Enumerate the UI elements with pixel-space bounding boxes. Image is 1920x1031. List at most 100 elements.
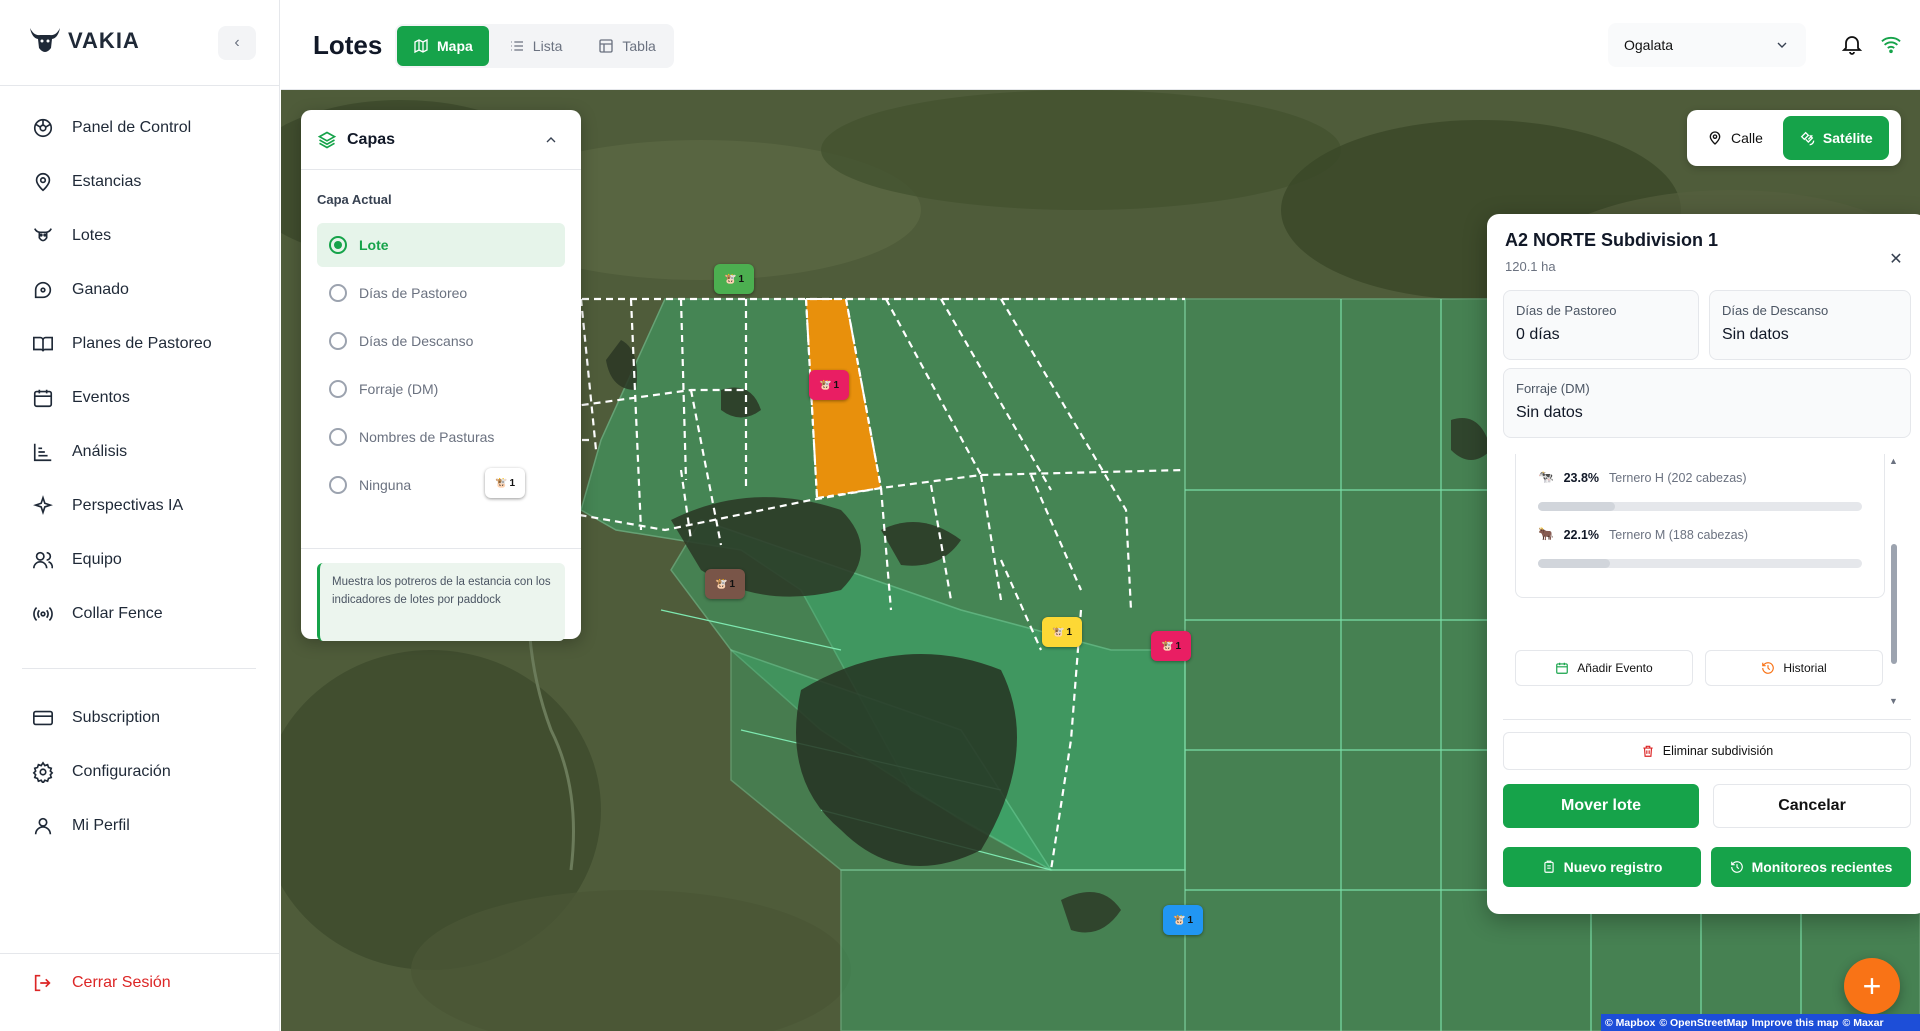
satellite-icon <box>1800 131 1815 146</box>
cancel-button[interactable]: Cancelar <box>1713 784 1911 828</box>
herd-marker[interactable]: 🐮 1 <box>705 569 745 599</box>
bell-icon[interactable] <box>1840 32 1864 56</box>
close-icon[interactable]: ✕ <box>1882 245 1910 273</box>
street-style-button[interactable]: Calle <box>1691 116 1779 160</box>
table-icon <box>599 39 614 53</box>
map-area[interactable]: Capas Capa Actual Lote Días de Pastoreo … <box>281 90 1920 1031</box>
osm-link[interactable]: © OpenStreetMap <box>1659 1017 1747 1029</box>
sidebar-item-estancias[interactable]: Estancias <box>0 155 280 209</box>
sidebar-item-label: Lotes <box>72 227 112 244</box>
layer-option-forraje[interactable]: Forraje (DM) <box>317 367 565 411</box>
tab-tabla[interactable]: Tabla <box>582 26 671 66</box>
cow-icon: 🐮 <box>1172 914 1186 926</box>
herd-label: Ternero M (188 cabezas) <box>1609 527 1748 542</box>
herd-marker[interactable]: 🐮 1 <box>714 264 754 294</box>
herd-bar <box>1538 502 1862 511</box>
sidebar-item-label: Configuración <box>72 763 171 780</box>
chevron-up-icon[interactable] <box>543 132 559 148</box>
sidebar-item-configuracion[interactable]: Configuración <box>0 745 280 799</box>
herd-marker[interactable]: 🐮 1 <box>1042 617 1082 647</box>
sidebar-item-collar-fence[interactable]: Collar Fence <box>0 587 280 641</box>
history-icon <box>1762 662 1775 674</box>
sidebar-item-perspectivas-ia[interactable]: Perspectivas IA <box>0 479 280 533</box>
sidebar-item-label: Planes de Pastoreo <box>72 335 212 352</box>
estancia-select[interactable]: Ogalata <box>1608 23 1806 67</box>
sidebar-item-mi-perfil[interactable]: Mi Perfil <box>0 799 280 853</box>
herd-count: 1 <box>1187 914 1193 926</box>
tab-mapa[interactable]: Mapa <box>397 26 489 66</box>
sidebar-item-label: Estancias <box>72 173 142 190</box>
layers-icon <box>317 131 337 148</box>
radio-checked-icon <box>329 236 347 254</box>
chevron-down-icon <box>1777 42 1787 48</box>
divider <box>0 953 280 954</box>
paddock-title: A2 NORTE Subdivision 1 <box>1505 230 1719 250</box>
bull-logo-icon <box>30 28 60 52</box>
layer-option-label: Nombres de Pasturas <box>359 429 495 445</box>
layer-options: Lote Días de Pastoreo Días de Descanso F… <box>317 223 565 511</box>
scrollbar[interactable] <box>1891 544 1897 664</box>
history-button[interactable]: Historial <box>1705 650 1883 686</box>
layer-option-label: Ninguna <box>359 477 412 493</box>
herd-marker[interactable]: 🐮 1 <box>485 468 525 498</box>
cow-icon: 🐮 <box>714 578 728 590</box>
cancel-label: Cancelar <box>1778 797 1846 814</box>
delete-subdivision-button[interactable]: Eliminar subdivisión <box>1503 732 1911 770</box>
trash-icon <box>1643 745 1653 757</box>
herd-count: 1 <box>833 379 839 391</box>
delete-label: Eliminar subdivisión <box>1662 744 1774 758</box>
sidebar-item-analisis[interactable]: Análisis <box>0 425 280 479</box>
detail-scroll-area[interactable]: 🐄 23.8% Ternero H (202 cabezas) 🐂 22.1% … <box>1503 454 1911 709</box>
maxar-link[interactable]: © Maxar <box>1843 1017 1884 1029</box>
sidebar-item-ganado[interactable]: Ganado <box>0 263 280 317</box>
new-record-button[interactable]: Nuevo registro <box>1503 847 1701 887</box>
sidebar-item-planes-de-pastoreo[interactable]: Planes de Pastoreo <box>0 317 280 371</box>
logout-button[interactable]: Cerrar Sesión <box>32 972 171 994</box>
layers-panel: Capas Capa Actual Lote Días de Pastoreo … <box>301 110 581 641</box>
sidebar-item-label: Panel de Control <box>72 119 192 136</box>
herd-count: 1 <box>738 273 744 285</box>
calendar-icon <box>33 389 53 408</box>
herd-count: 1 <box>1175 640 1181 652</box>
radio-icon <box>329 476 347 494</box>
layer-option-ninguna[interactable]: Ninguna <box>317 463 565 507</box>
tab-lista[interactable]: Lista <box>493 26 579 66</box>
add-event-button[interactable]: Añadir Evento <box>1515 650 1693 686</box>
sidebar-item-panel-de-control[interactable]: Panel de Control <box>0 101 280 155</box>
herd-count: 1 <box>729 578 735 590</box>
sidebar-item-lotes[interactable]: Lotes <box>0 209 280 263</box>
layer-option-lote[interactable]: Lote <box>317 223 565 267</box>
sidebar-item-subscription[interactable]: Subscription <box>0 691 280 745</box>
collapse-sidebar-button[interactable]: ‹ <box>218 26 256 60</box>
herd-marker[interactable]: 🐮 1 <box>809 370 849 400</box>
layers-panel-header[interactable]: Capas <box>301 110 581 170</box>
sidebar-item-label: Equipo <box>72 551 122 568</box>
layer-option-dias-de-pastoreo[interactable]: Días de Pastoreo <box>317 271 565 315</box>
logo[interactable]: VAKIA <box>28 26 140 56</box>
layer-option-nombres-de-pasturas[interactable]: Nombres de Pasturas <box>317 415 565 459</box>
herd-marker[interactable]: 🐮 1 <box>1163 905 1203 935</box>
layer-option-dias-de-descanso[interactable]: Días de Descanso <box>317 319 565 363</box>
cow-icon: 🐮 <box>1051 626 1065 638</box>
satellite-style-button[interactable]: Satélite <box>1782 116 1889 160</box>
layer-option-label: Días de Descanso <box>359 333 474 349</box>
scroll-up-arrow[interactable]: ▲ <box>1889 456 1898 466</box>
add-event-label: Añadir Evento <box>1577 661 1653 675</box>
radio-icon <box>329 380 347 398</box>
move-lot-button[interactable]: Mover lote <box>1503 784 1699 828</box>
add-fab-button[interactable]: + <box>1844 958 1900 1014</box>
recent-monitoring-button[interactable]: Monitoreos recientes <box>1711 847 1911 887</box>
book-icon <box>33 336 53 352</box>
mapbox-link[interactable]: © Mapbox <box>1605 1017 1655 1029</box>
users-icon <box>33 551 54 569</box>
page-title: Lotes <box>313 30 383 60</box>
scroll-down-arrow[interactable]: ▼ <box>1889 696 1898 706</box>
sidebar-item-equipo[interactable]: Equipo <box>0 533 280 587</box>
sidebar-item-label: Perspectivas IA <box>72 497 184 514</box>
wifi-icon <box>1881 36 1901 54</box>
improve-map-link[interactable]: Improve this map <box>1752 1017 1839 1029</box>
sidebar-item-label: Mi Perfil <box>72 817 130 834</box>
sidebar-item-eventos[interactable]: Eventos <box>0 371 280 425</box>
herd-label: Ternero H (202 cabezas) <box>1609 470 1747 485</box>
herd-marker[interactable]: 🐮 1 <box>1151 631 1191 661</box>
